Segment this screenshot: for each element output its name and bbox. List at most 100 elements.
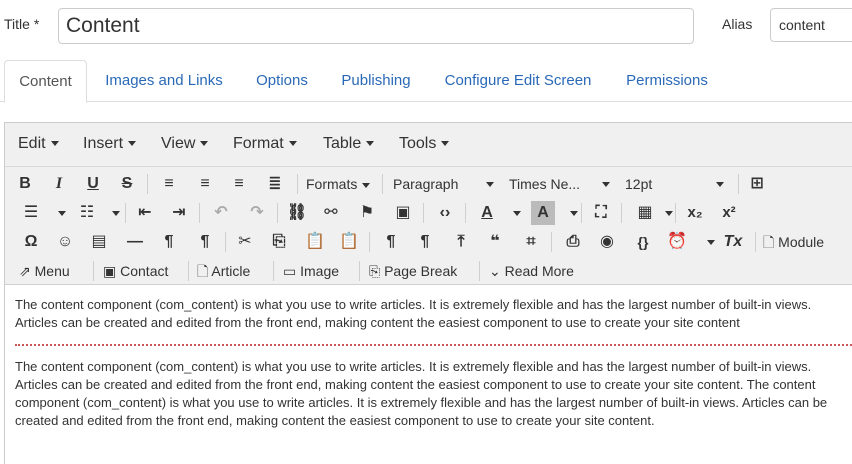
file-plus-icon: 🗋 <box>197 263 212 279</box>
omega-icon[interactable]: Ω <box>19 230 43 254</box>
paragraph-dropdown[interactable]: Paragraph <box>393 172 494 196</box>
visual-aid-icon[interactable]: ⌗ <box>519 230 543 254</box>
chevron-down-icon <box>602 182 610 187</box>
insert-contact-button[interactable]: ▣ Contact <box>103 259 168 283</box>
clear-formatting-icon[interactable]: Tx <box>721 230 745 254</box>
chevron-down-icon[interactable] <box>707 240 715 245</box>
underline-icon[interactable]: U <box>81 172 105 196</box>
code-icon[interactable]: ‹› <box>433 201 457 225</box>
paste-icon[interactable]: 📋 <box>303 230 327 254</box>
page-break-marker <box>15 344 852 346</box>
show-blocks-icon[interactable]: ¶ <box>379 230 403 254</box>
undo-icon[interactable]: ↶ <box>209 201 233 225</box>
ltr-icon[interactable]: ¶ <box>157 230 181 254</box>
chevron-down-icon[interactable] <box>570 211 578 216</box>
align-left-icon[interactable]: ≡ <box>157 172 181 196</box>
chevron-down-icon[interactable] <box>513 211 521 216</box>
strikethrough-icon[interactable]: S <box>115 172 139 196</box>
table-icon[interactable]: ▦ <box>633 201 657 225</box>
tab-publishing[interactable]: Publishing <box>330 60 422 102</box>
menu-view-label: View <box>161 135 196 152</box>
alias-input[interactable]: content <box>770 8 852 42</box>
insert-menu-button[interactable]: ⇗ Menu <box>19 259 70 283</box>
menu-view[interactable]: View <box>161 135 209 153</box>
file-plus-icon: 🗋 <box>763 234 779 250</box>
rich-text-editor: Edit Insert View Format Table Tools B I … <box>4 122 852 464</box>
align-center-icon[interactable]: ≡ <box>193 172 217 196</box>
toolbar-divider <box>199 203 200 223</box>
editor-toolbar: B I U S ≡ ≡ ≡ ≣ Formats Paragraph Times … <box>5 167 852 285</box>
chevron-down-icon[interactable] <box>58 211 66 216</box>
paste-text-icon[interactable]: 📋 <box>337 230 361 254</box>
insert-article-button[interactable]: 🗋 Article <box>197 259 250 283</box>
bullet-list-icon[interactable]: ☰ <box>19 201 43 225</box>
preview-icon[interactable]: ◉ <box>595 230 619 254</box>
toolbar-divider <box>188 261 189 281</box>
chevron-down-icon[interactable] <box>665 211 673 216</box>
image-icon[interactable]: ▣ <box>391 201 415 225</box>
template-icon[interactable]: {} <box>631 230 655 254</box>
redo-icon[interactable]: ↷ <box>245 201 269 225</box>
menu-table[interactable]: Table <box>323 135 375 153</box>
chevron-down-icon <box>288 141 297 147</box>
tab-content[interactable]: Content <box>4 60 87 103</box>
toolbar-divider <box>423 203 424 223</box>
formats-dropdown[interactable]: Formats <box>306 172 371 196</box>
font-family-dropdown[interactable]: Times Ne... <box>509 172 610 196</box>
chevron-down-icon <box>362 182 371 188</box>
align-justify-icon[interactable]: ≣ <box>263 172 287 196</box>
background-color-icon[interactable]: A <box>531 201 555 225</box>
link-icon[interactable]: ⛓ <box>285 201 309 225</box>
subscript-icon[interactable]: x₂ <box>683 201 707 225</box>
toolbar-divider <box>479 261 480 281</box>
tab-permissions[interactable]: Permissions <box>614 60 720 102</box>
indent-icon[interactable]: ⇥ <box>167 201 191 225</box>
tab-images-and-links[interactable]: Images and Links <box>94 60 234 102</box>
text-color-icon[interactable]: A <box>475 201 499 225</box>
visual-chars-icon[interactable]: ¶ <box>413 230 437 254</box>
alarm-clock-icon[interactable]: ⏰ <box>665 230 689 254</box>
outdent-icon[interactable]: ⇤ <box>133 201 157 225</box>
menu-tools[interactable]: Tools <box>399 135 450 153</box>
toolbar-divider <box>369 232 370 252</box>
align-right-icon[interactable]: ≡ <box>227 172 251 196</box>
horizontal-rule-icon[interactable]: — <box>123 230 147 254</box>
font-size-dropdown[interactable]: 12pt <box>625 172 725 196</box>
anchor-icon[interactable]: ⚑ <box>355 201 379 225</box>
read-more-label: Read More <box>504 263 574 279</box>
font-family-label: Times Ne... <box>509 176 581 192</box>
menu-format[interactable]: Format <box>233 135 297 153</box>
menu-insert-label: Insert <box>83 135 124 152</box>
blockquote-icon[interactable]: ❝ <box>483 230 507 254</box>
unlink-icon[interactable]: ⚯ <box>319 201 343 225</box>
title-input[interactable]: Content <box>58 8 694 44</box>
page-break-label: Page Break <box>384 263 458 279</box>
toolbar-divider <box>621 203 622 223</box>
binoculars-icon[interactable]: ⊞ <box>745 172 769 196</box>
chevron-down-icon[interactable] <box>112 211 120 216</box>
insert-image-button[interactable]: ▭ Image <box>283 259 339 283</box>
copy-icon[interactable]: ⎘ <box>267 230 291 254</box>
cut-icon[interactable]: ✂ <box>233 230 257 254</box>
content-paragraph: The content component (com_content) is w… <box>15 297 812 330</box>
insert-module-button[interactable]: 🗋 Module <box>763 230 824 254</box>
toolbar-divider <box>297 174 298 194</box>
numbered-list-icon[interactable]: ☷ <box>75 201 99 225</box>
emoticon-icon[interactable]: ☺ <box>53 230 77 254</box>
menu-edit[interactable]: Edit <box>18 135 59 153</box>
media-icon[interactable]: ▤ <box>87 230 111 254</box>
insert-datetime-icon[interactable]: ⤒ <box>449 230 473 254</box>
italic-icon[interactable]: I <box>47 172 71 196</box>
tab-options[interactable]: Options <box>246 60 318 102</box>
read-more-button[interactable]: ⌄ Read More <box>489 259 574 283</box>
rtl-icon[interactable]: ¶ <box>193 230 217 254</box>
editor-content[interactable]: The content component (com_content) is w… <box>5 286 852 464</box>
bold-icon[interactable]: B <box>13 172 37 196</box>
print-icon[interactable]: ⎙ <box>561 230 585 254</box>
fullscreen-icon[interactable]: ⛶ <box>589 201 613 225</box>
menu-insert[interactable]: Insert <box>83 135 137 153</box>
superscript-icon[interactable]: x² <box>717 201 741 225</box>
toolbar-divider <box>273 261 274 281</box>
tab-configure-edit-screen[interactable]: Configure Edit Screen <box>434 60 602 102</box>
page-break-button[interactable]: ⎘ Page Break <box>369 259 457 283</box>
